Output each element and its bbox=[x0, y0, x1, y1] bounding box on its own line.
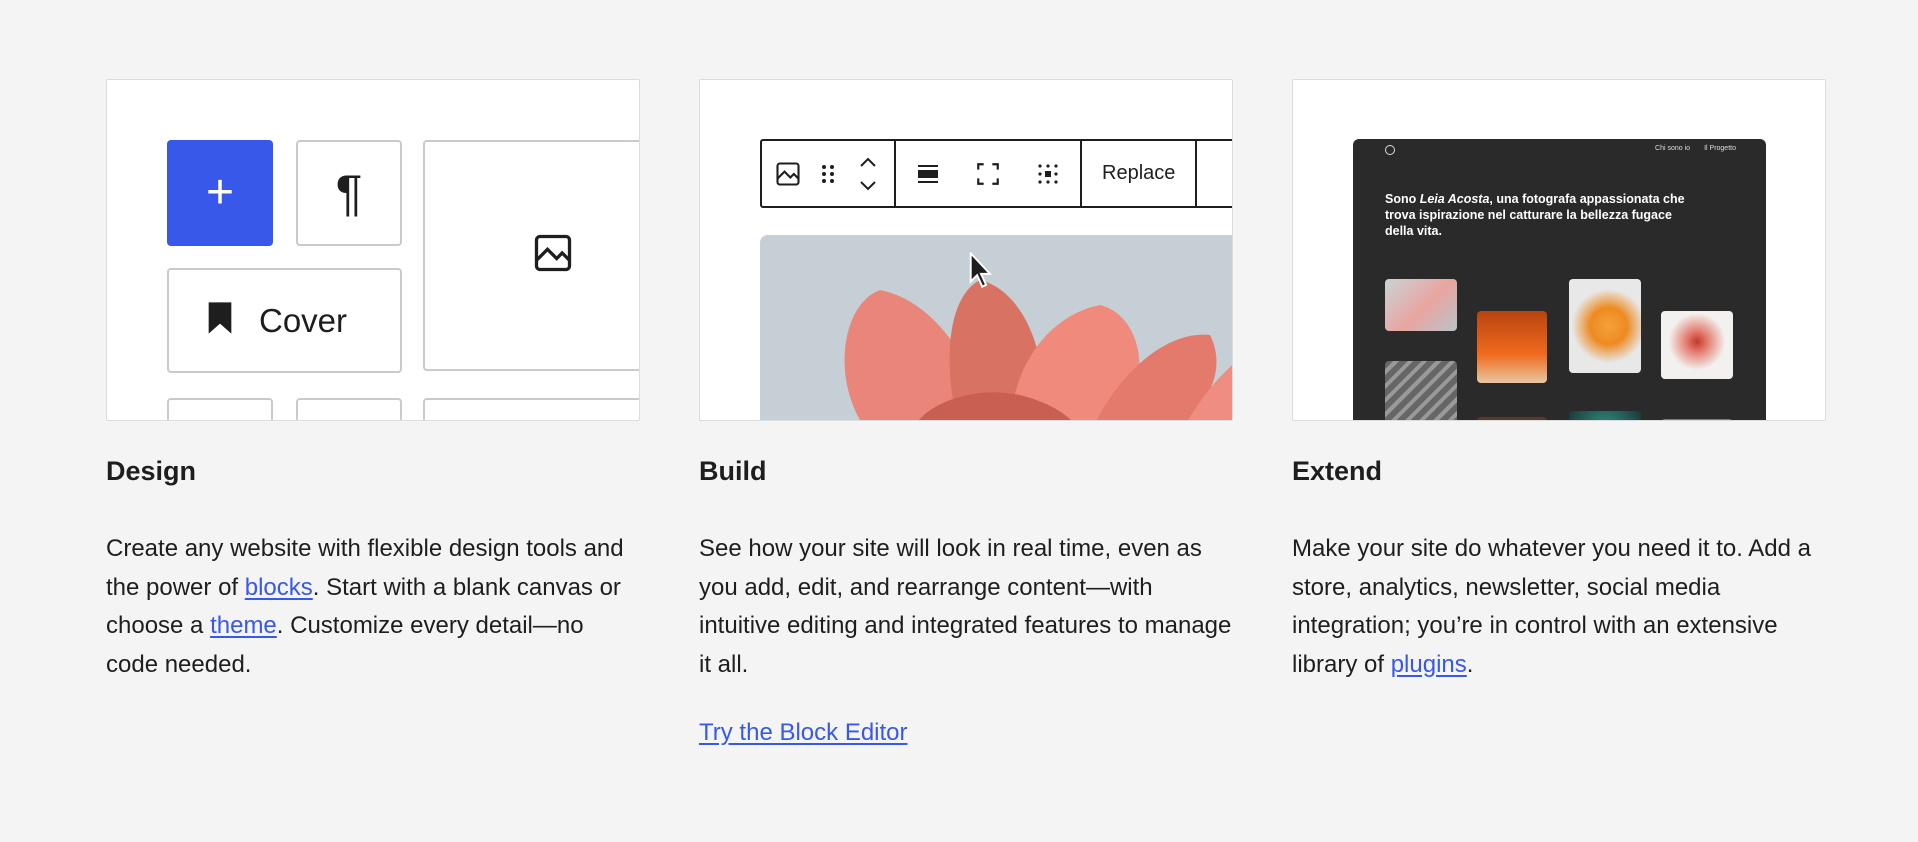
photo-thumbnail bbox=[1477, 417, 1547, 420]
block-tile bbox=[167, 398, 273, 420]
block-tile bbox=[423, 398, 639, 420]
plugins-link[interactable]: plugins bbox=[1391, 651, 1467, 678]
desc-text: Make your site do whatever you need it t… bbox=[1292, 535, 1811, 678]
align-icon bbox=[908, 141, 948, 206]
site-preview: Chi sono io Il Progetto Sono Leia Acosta… bbox=[1353, 139, 1766, 420]
plus-icon: + bbox=[205, 166, 235, 219]
design-heading: Design bbox=[106, 456, 197, 486]
site-nav-item: Chi sono io bbox=[1655, 145, 1691, 152]
build-heading: Build bbox=[699, 456, 767, 486]
design-preview-card: + ¶ Cover bbox=[106, 79, 640, 421]
mouse-cursor-icon bbox=[968, 250, 994, 293]
site-nav-item: Il Progetto bbox=[1704, 145, 1736, 152]
intro-name: Leia Acosta bbox=[1419, 192, 1490, 206]
drag-handle-icon bbox=[808, 141, 848, 206]
build-preview-card: Replace bbox=[699, 79, 1233, 421]
blocks-link[interactable]: blocks bbox=[245, 574, 313, 601]
extend-preview-card: Chi sono io Il Progetto Sono Leia Acosta… bbox=[1292, 79, 1826, 421]
grid-icon bbox=[1028, 141, 1068, 206]
flower-photo bbox=[760, 235, 1232, 420]
site-logo-icon bbox=[1385, 145, 1395, 155]
block-toolbar: Replace bbox=[760, 139, 1232, 208]
photo-thumbnail bbox=[1569, 411, 1641, 420]
extend-heading: Extend bbox=[1292, 456, 1383, 486]
bookmark-icon bbox=[205, 301, 235, 340]
paragraph-icon: ¶ bbox=[335, 165, 363, 221]
cover-label: Cover bbox=[259, 301, 348, 339]
toolbar-group bbox=[896, 141, 1082, 206]
try-block-editor-link[interactable]: Try the Block Editor bbox=[699, 719, 908, 747]
theme-link[interactable]: theme bbox=[210, 612, 277, 639]
photo-thumbnail bbox=[1569, 279, 1641, 373]
photo-thumbnail bbox=[1477, 311, 1547, 383]
block-tile bbox=[296, 398, 402, 420]
site-nav: Chi sono io Il Progetto bbox=[1655, 145, 1736, 152]
cover-block-tile: Cover bbox=[167, 268, 402, 373]
image-block-tile bbox=[423, 140, 639, 371]
fullscreen-icon bbox=[968, 141, 1008, 206]
add-block-tile: + bbox=[167, 140, 273, 246]
site-intro: Sono Leia Acosta, una fotografa appassio… bbox=[1385, 191, 1685, 239]
build-description: See how your site will look in real time… bbox=[699, 535, 1232, 678]
intro-text: Sono bbox=[1385, 192, 1420, 206]
replace-button: Replace bbox=[1082, 141, 1198, 206]
toolbar-group bbox=[762, 141, 896, 206]
photo-thumbnail bbox=[1385, 361, 1457, 420]
extend-description: Make your site do whatever you need it t… bbox=[1292, 530, 1826, 684]
photo-thumbnail bbox=[1661, 419, 1733, 420]
photo-thumbnail bbox=[1385, 279, 1457, 331]
design-description: Create any website with flexible design … bbox=[106, 530, 640, 684]
image-icon bbox=[531, 231, 575, 280]
image-icon bbox=[768, 141, 808, 206]
move-up-down-icon bbox=[848, 141, 888, 206]
desc-text: . bbox=[1466, 650, 1474, 678]
photo-thumbnail bbox=[1661, 311, 1733, 379]
paragraph-block-tile: ¶ bbox=[296, 140, 402, 246]
